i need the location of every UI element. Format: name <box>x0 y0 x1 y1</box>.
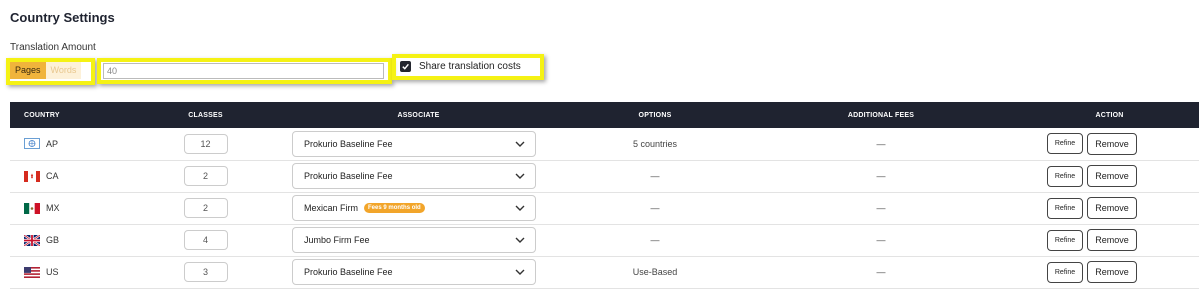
header-options: OPTIONS <box>638 111 672 119</box>
fees-cell: — <box>876 138 886 149</box>
pages-mode-button[interactable]: Pages <box>10 62 46 79</box>
fees-cell: — <box>876 267 886 277</box>
associate-select[interactable]: Prokurio Baseline Fee <box>292 259 536 285</box>
translation-amount-input[interactable] <box>103 63 384 79</box>
table-row: AP 12 Prokurio Baseline Fee 5 countries … <box>10 128 1199 160</box>
checkmark-icon <box>402 63 409 70</box>
refine-button[interactable]: Refine <box>1047 229 1083 251</box>
classes-input[interactable]: 2 <box>183 166 228 186</box>
uk-flag-icon <box>24 234 40 246</box>
associate-value: Jumbo Firm Fee <box>304 235 370 245</box>
fees-age-badge: Fees 9 months old <box>364 203 425 213</box>
associate-value: Prokurio Baseline Fee <box>304 267 393 277</box>
translation-amount-label: Translation Amount <box>10 42 96 53</box>
options-cell: Use-Based <box>632 267 678 277</box>
options-cell: — <box>650 235 660 245</box>
header-classes: CLASSES <box>188 111 223 119</box>
refine-button[interactable]: Refine <box>1047 133 1083 155</box>
translation-mode-toggle: Pages Words <box>10 62 82 79</box>
remove-button[interactable]: Remove <box>1087 165 1137 187</box>
options-cell: — <box>650 171 660 181</box>
refine-button[interactable]: Refine <box>1047 165 1083 187</box>
chevron-down-icon <box>515 269 525 275</box>
associate-value: Prokurio Baseline Fee <box>304 138 393 149</box>
fees-cell: — <box>876 203 886 213</box>
chevron-down-icon <box>515 173 525 179</box>
associate-select[interactable]: Prokurio Baseline Fee <box>292 130 536 157</box>
refine-button[interactable]: Refine <box>1047 197 1083 219</box>
country-code: MX <box>46 203 60 213</box>
remove-button[interactable]: Remove <box>1087 229 1137 251</box>
remove-button[interactable]: Remove <box>1087 261 1137 283</box>
share-label: Share translation costs <box>419 61 521 72</box>
words-mode-button[interactable]: Words <box>45 62 82 79</box>
fees-cell: — <box>876 235 886 245</box>
share-translation-costs[interactable]: Share translation costs <box>400 61 521 72</box>
header-additional-fees: ADDITIONAL FEES <box>847 111 915 119</box>
header-country: COUNTRY <box>24 111 60 119</box>
chevron-down-icon <box>515 237 525 243</box>
refine-button[interactable]: Refine <box>1047 261 1083 283</box>
country-code: AP <box>46 138 59 149</box>
country-code: US <box>46 267 59 277</box>
chevron-down-icon <box>515 141 525 147</box>
ap-flag-icon <box>24 138 40 150</box>
associate-select[interactable]: Jumbo Firm Fee <box>292 227 536 253</box>
classes-input[interactable]: 3 <box>183 262 228 282</box>
country-table: COUNTRY CLASSES ASSOCIATE OPTIONS ADDITI… <box>10 102 1199 289</box>
table-row: US 3 Prokurio Baseline Fee Use-Based — R… <box>10 256 1199 288</box>
associate-value: Prokurio Baseline Fee <box>304 171 393 181</box>
table-row: CA 2 Prokurio Baseline Fee — — Refine Rem… <box>10 160 1199 192</box>
classes-input[interactable]: 2 <box>183 198 228 218</box>
share-checkbox[interactable] <box>400 61 411 72</box>
country-code: CA <box>46 171 59 181</box>
table-row: GB 4 Jumbo Firm Fee — — Refine Remove <box>10 224 1199 256</box>
options-cell: — <box>650 203 660 213</box>
country-code: GB <box>46 235 60 245</box>
associate-select[interactable]: Mexican Firm Fees 9 months old <box>292 195 536 221</box>
table-row: MX 2 Mexican Firm Fees 9 months old — — … <box>10 192 1199 224</box>
remove-button[interactable]: Remove <box>1087 197 1137 219</box>
fees-cell: — <box>876 171 886 181</box>
associate-value: Mexican Firm <box>304 203 359 213</box>
options-cell: 5 countries <box>632 138 678 149</box>
classes-input[interactable]: 12 <box>183 133 228 154</box>
header-action: ACTION <box>1095 111 1124 119</box>
us-flag-icon <box>24 266 40 278</box>
page-title: Country Settings <box>10 10 115 25</box>
canada-flag-icon <box>24 170 40 182</box>
table-header-row: COUNTRY CLASSES ASSOCIATE OPTIONS ADDITI… <box>10 102 1199 128</box>
remove-button[interactable]: Remove <box>1087 132 1137 155</box>
chevron-down-icon <box>515 205 525 211</box>
header-associate: ASSOCIATE <box>397 111 440 119</box>
classes-input[interactable]: 4 <box>183 230 228 250</box>
mexico-flag-icon <box>24 202 40 214</box>
associate-select[interactable]: Prokurio Baseline Fee <box>292 163 536 189</box>
